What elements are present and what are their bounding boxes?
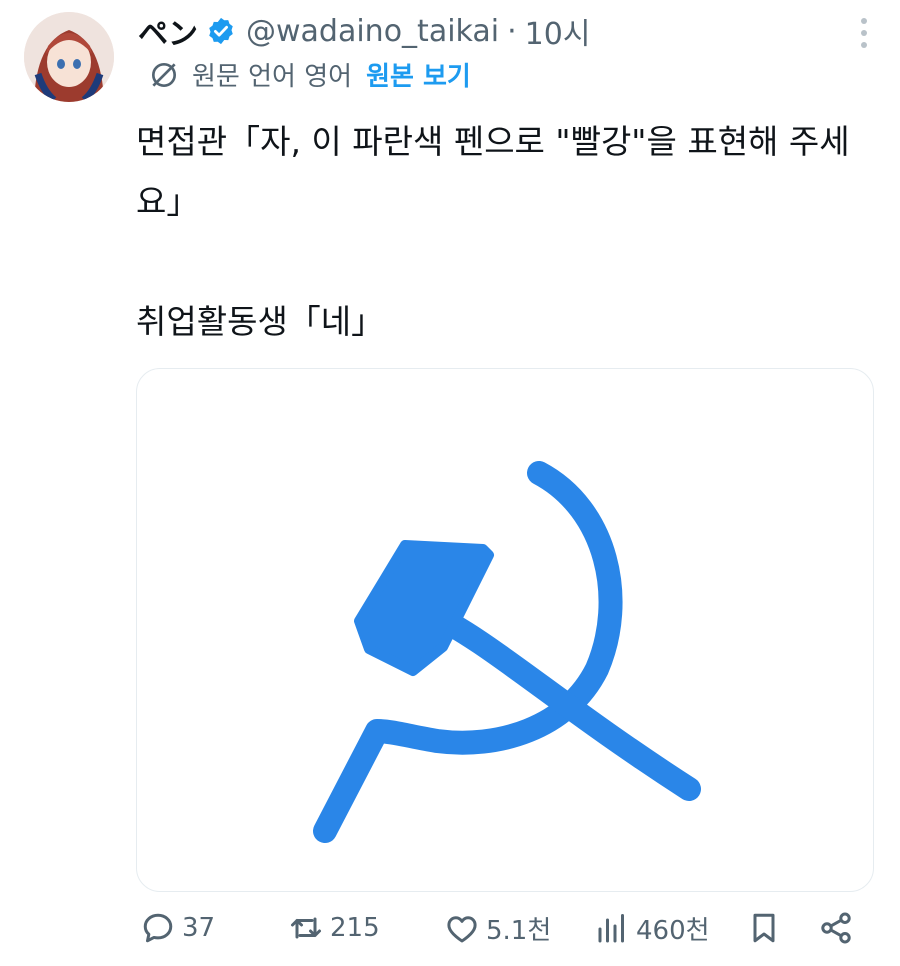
like-count: 5.1천 <box>486 916 552 946</box>
more-icon <box>861 18 867 24</box>
bookmark-button[interactable] <box>746 910 788 946</box>
share-button[interactable] <box>818 910 860 946</box>
more-options-button[interactable] <box>854 18 874 48</box>
like-button[interactable]: 5.1천 <box>444 910 551 947</box>
action-bar: 37 215 5.1천 460천 <box>138 910 868 960</box>
tweet-media[interactable] <box>136 368 874 892</box>
hammer-and-sickle-drawing <box>313 461 701 843</box>
tweet-text: 면접관「자, 이 파란색 펜으로 "빨강"을 표현해 주세요」 취업활동생「네」 <box>136 112 866 352</box>
reply-count: 37 <box>182 913 216 943</box>
avatar-image <box>24 12 114 102</box>
verified-badge-icon <box>209 17 233 45</box>
translation-row: 원문 언어 영어 원본 보기 <box>148 56 471 93</box>
source-language-label: 원문 언어 영어 <box>192 62 353 92</box>
retweet-icon <box>291 917 321 939</box>
tweet-header: ペン @wadaino_taikai · 10시 <box>138 9 840 53</box>
reply-icon <box>143 913 173 943</box>
tweet-line-1: 면접관「자, 이 파란색 펜으로 "빨강"을 표현해 주세요」 <box>136 122 850 221</box>
display-name[interactable]: ペン <box>138 9 198 53</box>
timestamp[interactable]: 10시 <box>525 9 591 53</box>
views-count: 460천 <box>636 916 710 946</box>
like-icon <box>447 915 477 942</box>
translate-icon <box>152 62 176 87</box>
avatar[interactable] <box>24 12 114 102</box>
retweet-button[interactable]: 215 <box>288 910 380 946</box>
retweet-count: 215 <box>330 913 380 943</box>
separator-dot: · <box>507 13 517 49</box>
share-icon <box>821 912 851 944</box>
user-handle[interactable]: @wadaino_taikai <box>246 14 499 49</box>
show-original-link[interactable]: 원본 보기 <box>366 56 471 93</box>
bookmark-icon <box>753 913 775 943</box>
tweet-line-2: 취업활동생「네」 <box>136 302 385 341</box>
views-button[interactable]: 460천 <box>594 910 710 947</box>
reply-button[interactable]: 37 <box>140 910 215 946</box>
views-icon <box>598 913 624 942</box>
